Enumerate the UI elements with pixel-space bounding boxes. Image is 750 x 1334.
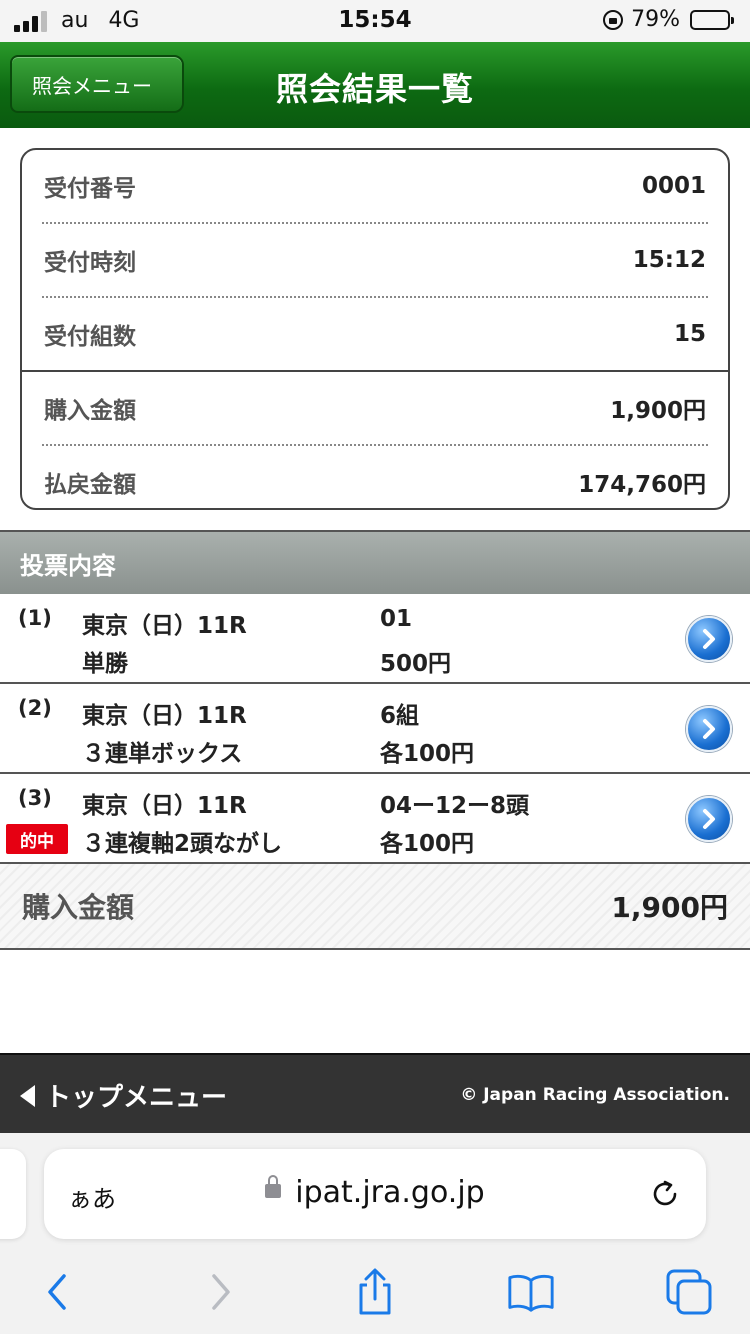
share-icon[interactable] bbox=[350, 1267, 400, 1317]
summary-value: 1,900円 bbox=[610, 398, 706, 424]
summary-label: 受付組数 bbox=[44, 324, 136, 350]
forward-icon[interactable] bbox=[194, 1267, 244, 1317]
bet-amount: 各100円 bbox=[380, 741, 475, 767]
bet-item[interactable]: (3) 的中 東京（日）11R ３連複軸2頭ながし 04ー12ー8頭 各100円 bbox=[0, 774, 750, 864]
summary-row-combination-count: 受付組数 15 bbox=[22, 298, 728, 370]
summary-row-payout-amount: 払戻金額 174,760円 bbox=[22, 446, 728, 508]
lock-icon bbox=[265, 1174, 282, 1198]
summary-label: 受付番号 bbox=[44, 176, 136, 202]
summary-label: 受付時刻 bbox=[44, 250, 136, 276]
page-title: 照会結果一覧 bbox=[275, 70, 474, 108]
summary-label: 払戻金額 bbox=[44, 472, 136, 498]
bet-amount: 各100円 bbox=[380, 831, 475, 857]
previous-tab-peek[interactable] bbox=[0, 1149, 26, 1239]
total-label: 購入金額 bbox=[22, 891, 135, 924]
total-row: 購入金額 1,900円 bbox=[0, 864, 750, 950]
summary-row-receipt-number: 受付番号 0001 bbox=[22, 150, 728, 222]
bet-venue: 東京（日）11R bbox=[82, 703, 247, 729]
hit-badge: 的中 bbox=[6, 824, 68, 854]
bet-amount: 500円 bbox=[380, 651, 452, 677]
bet-selection: 6組 bbox=[380, 703, 420, 729]
browser-toolbar bbox=[0, 1261, 750, 1321]
summary-value: 0001 bbox=[641, 173, 706, 199]
bet-selection: 01 bbox=[380, 606, 413, 632]
url-display: ipat.jra.go.jp bbox=[44, 1174, 706, 1210]
bet-type: ３連単ボックス bbox=[82, 741, 243, 767]
summary-value: 15 bbox=[673, 321, 706, 347]
bet-number: (3) bbox=[18, 786, 52, 810]
rotation-lock-icon bbox=[603, 9, 624, 30]
bet-item[interactable]: (2) 東京（日）11R ３連単ボックス 6組 各100円 bbox=[0, 684, 750, 774]
bookmarks-icon[interactable] bbox=[506, 1267, 556, 1317]
battery-percent: 79% bbox=[631, 7, 680, 32]
bet-type: 単勝 bbox=[82, 651, 128, 677]
status-right: 79% bbox=[603, 7, 734, 32]
address-bar[interactable]: ぁあ ipat.jra.go.jp bbox=[44, 1149, 706, 1239]
summary-row-receipt-time: 受付時刻 15:12 bbox=[22, 224, 728, 296]
tabs-icon[interactable] bbox=[664, 1267, 714, 1317]
bet-venue: 東京（日）11R bbox=[82, 613, 247, 639]
chevron-right-icon[interactable] bbox=[686, 706, 732, 752]
app-header: 照会メニュー 照会結果一覧 bbox=[0, 42, 750, 128]
bet-number: (1) bbox=[18, 606, 52, 630]
bets-section-header: 投票内容 bbox=[0, 530, 750, 594]
reload-icon[interactable] bbox=[648, 1177, 682, 1215]
bet-selection: 04ー12ー8頭 bbox=[380, 793, 530, 819]
chevron-right-icon[interactable] bbox=[686, 796, 732, 842]
url-text: ipat.jra.go.jp bbox=[295, 1175, 485, 1210]
summary-row-purchase-amount: 購入金額 1,900円 bbox=[22, 372, 728, 444]
status-bar: au 4G 15:54 79% bbox=[0, 0, 750, 42]
bet-number: (2) bbox=[18, 696, 52, 720]
summary-label: 購入金額 bbox=[44, 398, 136, 424]
summary-value: 174,760円 bbox=[578, 472, 706, 498]
total-value: 1,900円 bbox=[611, 891, 728, 924]
footer: トップメニュー © Japan Racing Association. bbox=[0, 1053, 750, 1133]
browser-chrome: ぁあ ipat.jra.go.jp bbox=[0, 1133, 750, 1334]
summary-value: 15:12 bbox=[632, 247, 706, 273]
back-icon[interactable] bbox=[34, 1267, 84, 1317]
battery-icon bbox=[690, 9, 734, 30]
top-menu-label: トップメニュー bbox=[45, 1083, 228, 1113]
bet-venue: 東京（日）11R bbox=[82, 793, 247, 819]
bet-item[interactable]: (1) 東京（日）11R 単勝 01 500円 bbox=[0, 594, 750, 684]
triangle-left-icon bbox=[20, 1084, 35, 1107]
summary-card: 受付番号 0001 受付時刻 15:12 受付組数 15 購入金額 1,900円… bbox=[20, 148, 730, 510]
bet-type: ３連複軸2頭ながし bbox=[82, 831, 283, 857]
copyright: © Japan Racing Association. bbox=[460, 1085, 730, 1105]
top-menu-link[interactable]: トップメニュー bbox=[20, 1077, 227, 1114]
chevron-right-icon[interactable] bbox=[686, 616, 732, 662]
bet-list: (1) 東京（日）11R 単勝 01 500円 (2) 東京（日）11R ３連単… bbox=[0, 594, 750, 864]
